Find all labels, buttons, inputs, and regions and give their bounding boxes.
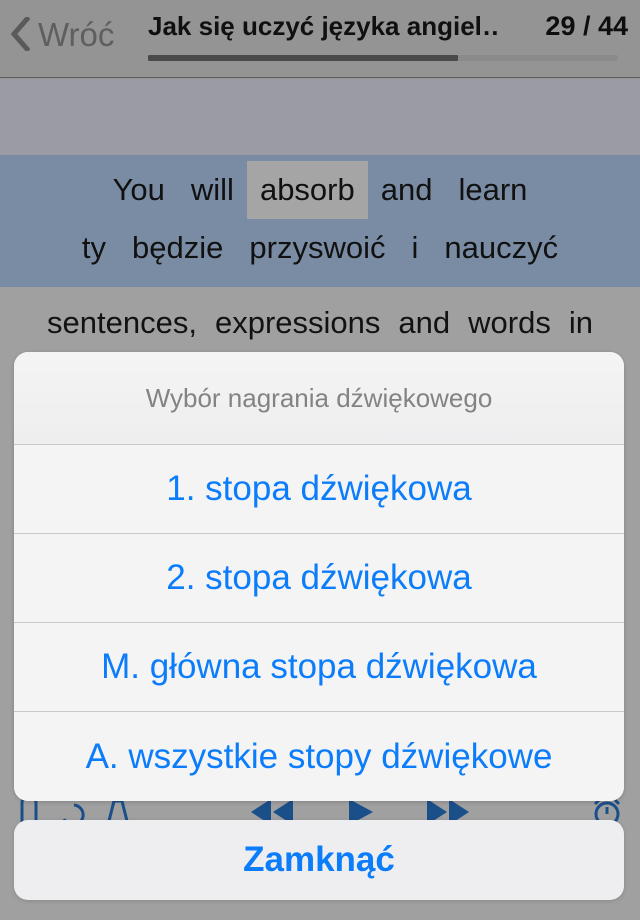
action-sheet-option-main[interactable]: M. główna stopa dźwiękowa — [14, 623, 624, 712]
reading-progress-bar[interactable] — [148, 55, 618, 61]
reading-progress-fill — [148, 55, 459, 61]
next-sentence-line[interactable]: sentences, expressions and words in — [0, 287, 640, 359]
back-button-label: Wróć — [38, 15, 115, 53]
action-sheet-option-all-label: A. wszystkie stopy dźwiękowe — [85, 736, 553, 776]
word-en-2-highlighted[interactable]: absorb — [246, 161, 368, 219]
cancel-button-label: Zamknąć — [243, 840, 395, 879]
word-pl-2[interactable]: przyswoić — [236, 219, 398, 277]
action-sheet-option-2[interactable]: 2. stopa dźwiękowa — [14, 534, 624, 623]
back-button[interactable]: Wróć — [10, 8, 114, 60]
word-pl-0[interactable]: ty — [69, 219, 119, 277]
word-pl-4[interactable]: nauczyć — [431, 219, 571, 277]
word-next-0[interactable]: sentences, — [38, 287, 206, 359]
action-sheet-option-2-label: 2. stopa dźwiękowa — [166, 558, 472, 597]
word-en-0[interactable]: You — [100, 161, 178, 219]
word-next-2[interactable]: and — [389, 287, 459, 359]
action-sheet-option-1-label: 1. stopa dźwiękowa — [166, 469, 472, 508]
document-title: Jak się uczyć języka angiel… — [148, 11, 498, 41]
action-sheet-option-1[interactable]: 1. stopa dźwiękowa — [14, 445, 624, 534]
page-counter: 29 / 44 — [545, 11, 628, 41]
word-next-4[interactable]: in — [560, 287, 602, 359]
action-sheet-option-all[interactable]: A. wszystkie stopy dźwiękowe — [14, 712, 624, 801]
action-sheet-title-row: Wybór nagrania dźwiękowego — [14, 352, 624, 445]
word-en-4[interactable]: learn — [445, 161, 540, 219]
chevron-left-icon — [10, 17, 30, 51]
action-sheet-option-main-label: M. główna stopa dźwiękowa — [101, 647, 537, 686]
empty-content-band — [0, 79, 640, 155]
audio-selection-action-sheet: Wybór nagrania dźwiękowego 1. stopa dźwi… — [14, 352, 624, 801]
word-pl-3[interactable]: i — [398, 219, 431, 277]
active-sentence-block[interactable]: You will absorb and learn ty będzie przy… — [0, 155, 640, 287]
word-en-3[interactable]: and — [368, 161, 446, 219]
word-pl-1[interactable]: będzie — [119, 219, 236, 277]
polish-translation-line: ty będzie przyswoić i nauczyć — [0, 219, 640, 277]
action-sheet-title: Wybór nagrania dźwiękowego — [145, 382, 493, 413]
word-next-1[interactable]: expressions — [206, 287, 389, 359]
word-next-3[interactable]: words — [459, 287, 560, 359]
word-en-1[interactable]: will — [178, 161, 247, 219]
cancel-button[interactable]: Zamknąć — [14, 820, 624, 900]
navigation-bar: Wróć Jak się uczyć języka angiel… 29 / 4… — [0, 0, 640, 78]
english-sentence-line: You will absorb and learn — [0, 161, 640, 219]
